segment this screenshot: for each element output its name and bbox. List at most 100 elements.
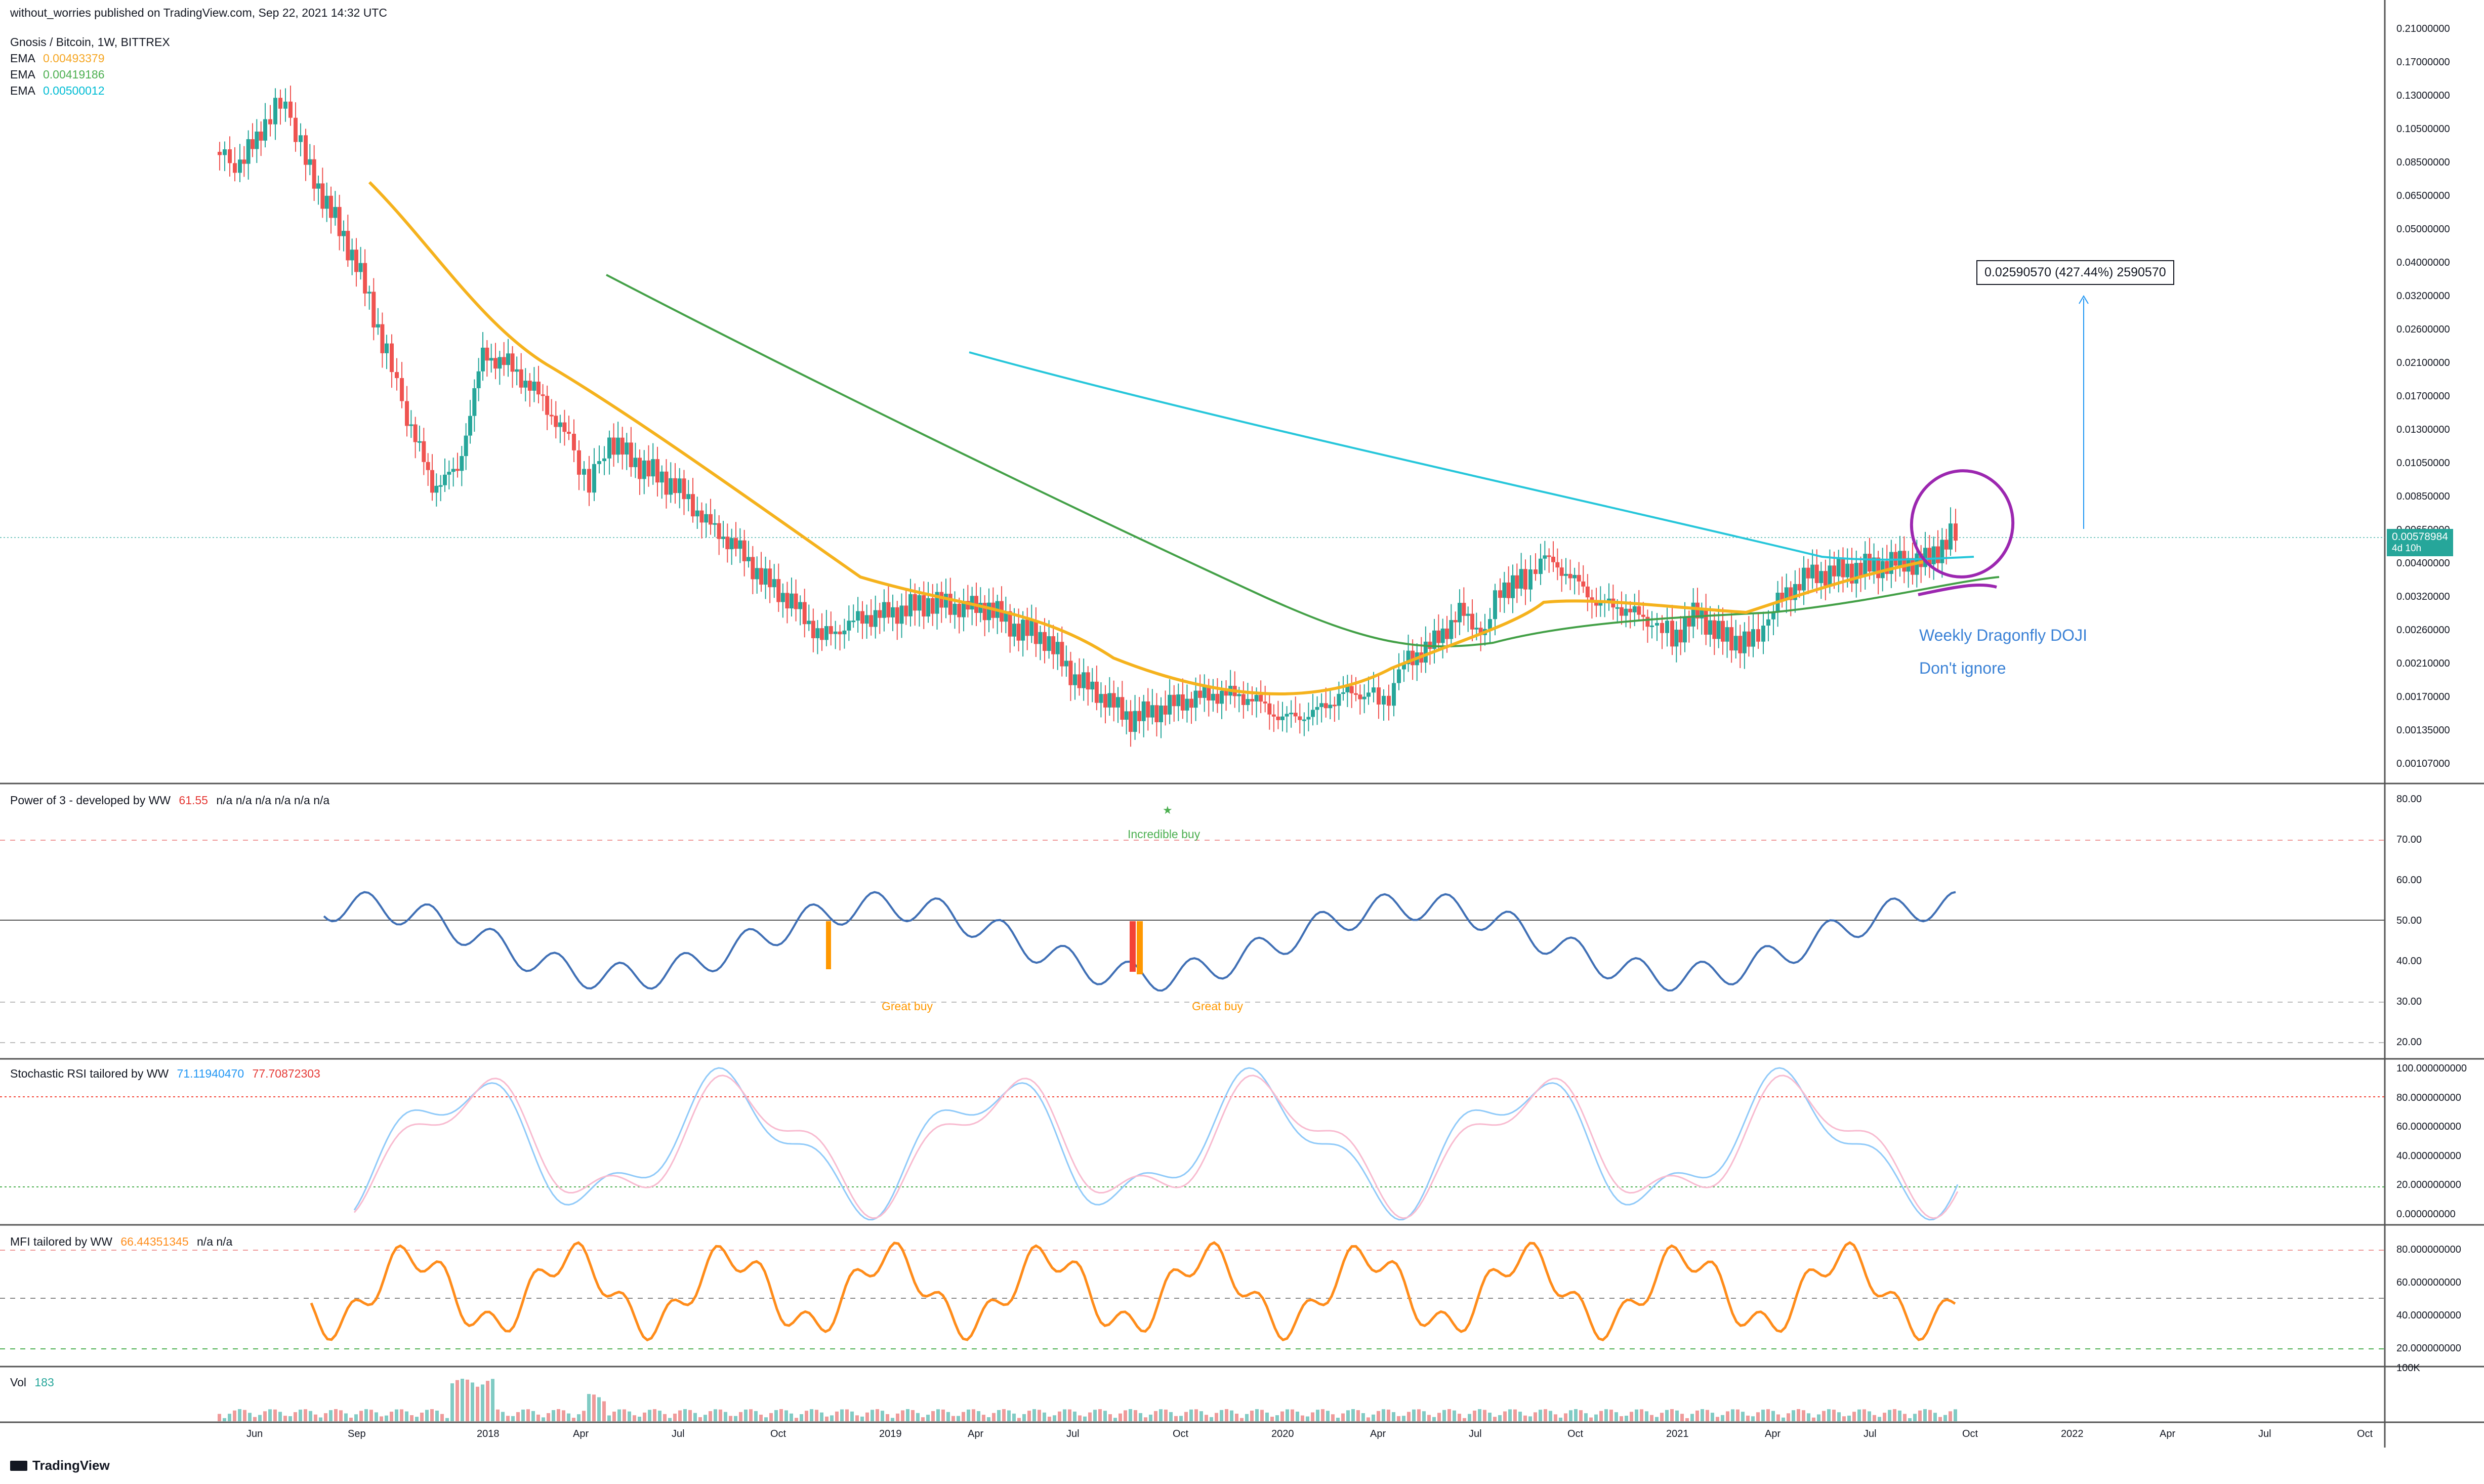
candle-body [1650,625,1654,627]
ema-legend-1[interactable]: EMA 0.00493379 [10,52,104,65]
candle-body [1645,616,1650,627]
doji-annotation[interactable]: Weekly Dragonfly DOJI [1919,626,2087,645]
price-axis-label: 0.00135000 [2396,725,2450,736]
mfi-title: MFI tailored by WW [10,1235,112,1248]
candle-body [1354,693,1358,695]
mfi-legend[interactable]: MFI tailored by WW 66.44351345 n/a n/a [10,1235,232,1249]
volume-bar [1539,1410,1542,1421]
candle-body [242,159,246,164]
volume-bar [476,1386,479,1421]
volume-bar [1098,1409,1102,1421]
candle-body [742,540,747,561]
volume-bar [1210,1417,1213,1421]
candle-body [1315,707,1319,710]
candle-body [1103,694,1107,708]
candle-body [878,610,882,618]
candle-body [1271,714,1276,717]
volume-bar [516,1412,520,1421]
volume-bar [461,1379,464,1421]
ema-label: EMA [10,68,35,81]
candle-body [597,461,601,464]
candle-body [1111,693,1116,708]
volume-bar [1630,1412,1633,1421]
candle-body [233,163,237,173]
candle-body [838,631,842,635]
price-axis-label: 0.21000000 [2396,23,2450,34]
volume-bar [881,1411,884,1421]
candle-body [1898,551,1902,566]
volume-bar [805,1411,808,1421]
candle-body [1211,693,1215,700]
volume-bar [1751,1416,1755,1421]
candle-body [1474,628,1479,630]
candle-body [238,159,242,173]
volume-bar [1225,1409,1228,1421]
candle-body [1440,628,1445,643]
volume-bar [228,1414,231,1421]
volume-bar [1169,1412,1173,1421]
candle-body [794,593,798,609]
volume-bar [592,1394,596,1421]
mfi-value: 66.44351345 [120,1235,189,1248]
candle-body [1523,569,1527,590]
candle-body [926,598,930,616]
volume-bar [324,1413,327,1421]
volume-bar [1184,1412,1188,1421]
candle-body [426,462,430,470]
volume-bar [283,1416,287,1421]
candle-body [1911,558,1915,575]
candle-body [1267,703,1272,715]
ignore-annotation[interactable]: Don't ignore [1919,659,2006,678]
candle-body [422,441,426,462]
measure-tooltip[interactable]: 0.02590570 (427.44%) 2590570 [1976,260,2174,285]
power3-axis-label: 70.00 [2396,834,2422,845]
volume-bar [359,1411,363,1421]
volume-bar [1761,1410,1765,1421]
volume-bar [1625,1416,1628,1421]
volume-bar [1032,1409,1036,1421]
incredible-buy-label: Incredible buy [1128,828,1200,841]
candle-body [1280,716,1285,720]
candle-body [1241,694,1246,705]
volume-bar [288,1416,292,1421]
volume-bar [1205,1415,1208,1421]
ema-legend-3[interactable]: EMA 0.00500012 [10,84,104,98]
candle-body [1632,606,1637,612]
candle-body [1936,546,1940,563]
volume-bar [1265,1412,1269,1421]
candle-body [811,621,815,638]
volume-bar [744,1409,748,1421]
volume-bar [997,1410,1001,1421]
price-axis-label: 0.03200000 [2396,291,2450,302]
volume-bar [1736,1409,1740,1421]
volume-bar [1377,1411,1380,1421]
vol-legend[interactable]: Vol 183 [10,1376,54,1389]
volume-bar [658,1411,661,1421]
candle-body [451,469,456,472]
ema-legend-2[interactable]: EMA 0.00419186 [10,68,104,81]
volume-bar [749,1409,753,1421]
volume-bar [1199,1411,1203,1421]
candle-body [592,464,596,493]
tradingview-logo[interactable]: TradingView [10,1458,110,1473]
candle-body [1259,695,1263,702]
volume-bar [1857,1409,1861,1421]
candle-body [409,424,413,426]
volume-bar [1063,1409,1066,1421]
candle-body [747,557,751,561]
candle-body [1189,698,1193,708]
vol-axis-top: 100K [2396,1363,2420,1374]
volume-bar [896,1413,899,1421]
candle-body [1462,603,1466,616]
power3-legend[interactable]: Power of 3 - developed by WW 61.55 n/a n… [10,794,329,807]
candle-body [1207,686,1211,700]
chart-canvas[interactable] [0,0,2484,1484]
candle-body [259,131,263,141]
candle-body [1387,695,1391,706]
volume-bar [1508,1409,1512,1421]
candle-body [1285,714,1289,717]
stoch-legend[interactable]: Stochastic RSI tailored by WW 71.1194047… [10,1067,320,1081]
candle-body [1704,609,1708,635]
ema-value: 0.00419186 [43,68,105,81]
symbol-title[interactable]: Gnosis / Bitcoin, 1W, BITTREX [10,35,170,49]
